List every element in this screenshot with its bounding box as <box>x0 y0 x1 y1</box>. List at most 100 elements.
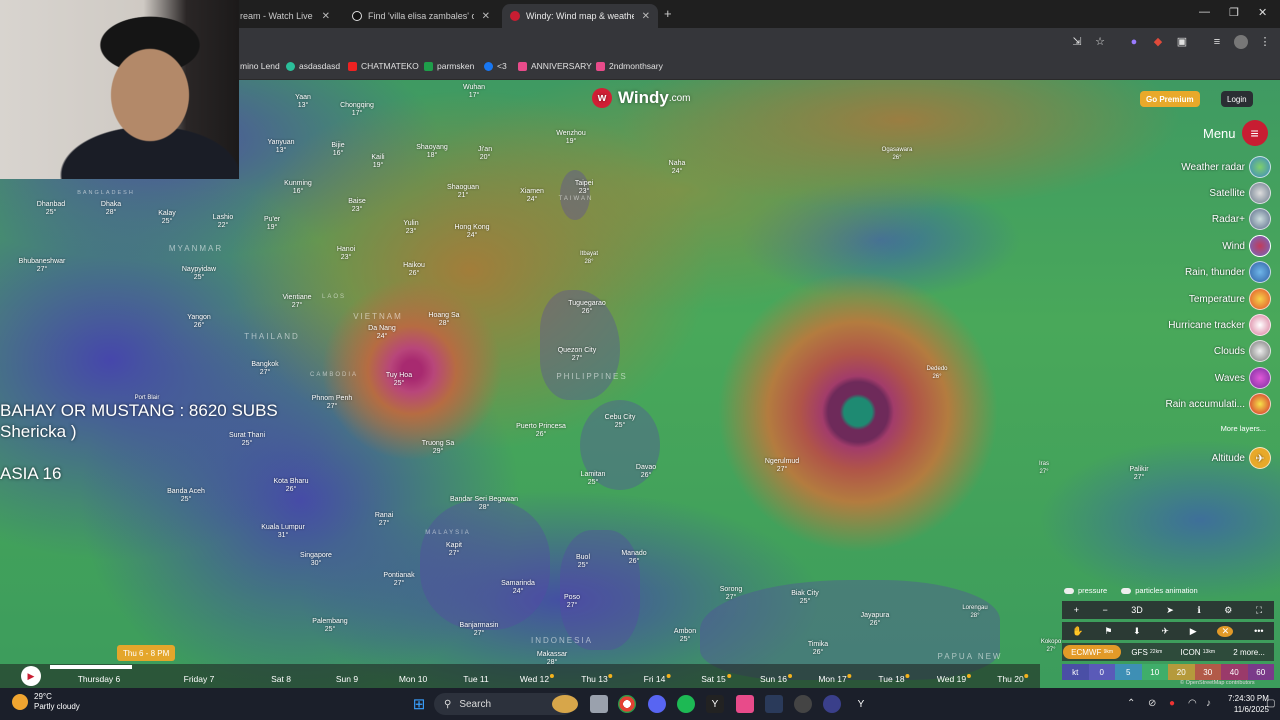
task-view-icon[interactable] <box>590 695 608 713</box>
timeline-day[interactable]: Sun 9 <box>336 674 358 684</box>
steam-icon[interactable] <box>765 695 783 713</box>
pressure-toggle[interactable]: pressure <box>1064 586 1107 595</box>
flag-icon[interactable]: ⚑ <box>1104 626 1112 637</box>
timeline-day[interactable]: Wed 19 <box>937 674 972 684</box>
search-highlight-icon[interactable] <box>552 695 578 713</box>
timeline-day[interactable]: Tue 11 <box>463 674 489 684</box>
tab-stream[interactable]: ream - Watch Live on ✕ <box>232 4 338 28</box>
locate-icon[interactable]: ➤ <box>1166 605 1174 616</box>
layer-waves[interactable]: Waves <box>1215 367 1271 389</box>
timeline-day[interactable]: Mon 17 <box>818 674 852 684</box>
layer-temperature[interactable]: Temperature <box>1189 288 1271 310</box>
discord-icon[interactable] <box>648 695 666 713</box>
timeline-day[interactable]: Thursday 6 <box>78 674 121 684</box>
timeline-day[interactable]: Wed 12 <box>520 674 555 684</box>
wifi-icon[interactable]: ◠ <box>1188 698 1197 709</box>
settings-icon[interactable]: ⚙ <box>1224 605 1232 616</box>
info-icon[interactable]: ℹ <box>1197 605 1200 616</box>
model-gfs[interactable]: GFS 22km <box>1123 645 1170 659</box>
more-icon[interactable]: ••• <box>1254 626 1263 636</box>
map-attribution[interactable]: © OpenStreetMap contributors <box>1180 680 1255 686</box>
timeline-day[interactable]: Mon 10 <box>399 674 427 684</box>
bookmark-item[interactable]: CHATMATEKO <box>348 61 419 71</box>
bookmark-item[interactable]: parmsken <box>424 61 474 71</box>
profile-avatar-icon[interactable] <box>1234 35 1248 49</box>
app-icon[interactable] <box>823 695 841 713</box>
extension-icon[interactable]: ● <box>1127 35 1141 49</box>
play-icon[interactable]: ▶ <box>21 666 41 686</box>
bookmark-item[interactable]: mino Lend <box>240 61 280 71</box>
model-resolution: 9km <box>1103 649 1114 655</box>
forecast-timeline[interactable]: ▶ Thursday 6 Friday 7 Sat 8 Sun 9 Mon 10… <box>0 664 1040 688</box>
windows-start-icon[interactable]: ⊞ <box>410 695 428 713</box>
volume-icon[interactable]: ♪ <box>1206 698 1211 709</box>
close-icon[interactable]: ✕ <box>1217 625 1234 637</box>
extensions-puzzle-icon[interactable]: ▣ <box>1175 35 1189 49</box>
windy-logo[interactable]: w Windy .com <box>592 88 691 108</box>
more-menu-icon[interactable]: ⋮ <box>1258 35 1272 49</box>
notifications-icon[interactable]: ▢ <box>1266 698 1275 709</box>
layer-radar-plus[interactable]: Radar+ <box>1212 208 1271 230</box>
menu-button[interactable]: Menu ≡ <box>1203 120 1268 146</box>
restore-icon[interactable]: ❐ <box>1229 6 1239 19</box>
3d-button[interactable]: 3D <box>1131 605 1143 615</box>
login-button[interactable]: Login <box>1221 91 1253 107</box>
particles-toggle[interactable]: particles animation <box>1121 586 1198 595</box>
layer-weather-radar[interactable]: Weather radar <box>1181 156 1271 178</box>
layer-wind[interactable]: Wind <box>1222 235 1271 257</box>
timeline-day[interactable]: Sat 8 <box>271 674 291 684</box>
timeline-day[interactable]: Thu 20 <box>997 674 1029 684</box>
fullscreen-icon[interactable]: ⛶ <box>1256 605 1262 616</box>
go-premium-button[interactable]: Go Premium <box>1140 91 1200 107</box>
weather-widget[interactable]: 29°C Partly cloudy <box>12 692 80 712</box>
app-icon[interactable] <box>794 695 812 713</box>
layer-rain-accumulation[interactable]: Rain accumulati... <box>1166 393 1271 415</box>
close-icon[interactable]: ✕ <box>482 11 490 22</box>
layer-rain-thunder[interactable]: Rain, thunder <box>1185 261 1271 283</box>
mic-icon[interactable]: ● <box>1169 698 1175 709</box>
close-icon[interactable]: ✕ <box>322 11 330 22</box>
plane-icon[interactable]: ✈ <box>1161 626 1169 637</box>
more-models[interactable]: 2 more... <box>1225 645 1273 659</box>
reading-list-icon[interactable]: ≡ <box>1210 35 1224 49</box>
model-icon[interactable]: ICON 13km <box>1173 645 1223 659</box>
timeline-day[interactable]: Tue 18 <box>878 674 910 684</box>
extension-icon[interactable]: ◆ <box>1151 35 1165 49</box>
timeline-day[interactable]: Friday 7 <box>184 674 215 684</box>
model-ecmwf[interactable]: ECMWF 9km <box>1063 645 1122 659</box>
chrome-icon[interactable] <box>618 695 636 713</box>
more-layers-link[interactable]: More layers... <box>1221 424 1266 433</box>
spotify-icon[interactable] <box>677 695 695 713</box>
layer-hurricane-tracker[interactable]: Hurricane tracker <box>1168 314 1271 336</box>
altitude-button[interactable]: Altitude ✈ <box>1212 447 1271 469</box>
layer-clouds[interactable]: Clouds <box>1214 340 1271 362</box>
bookmark-item[interactable]: <3 <box>484 61 507 71</box>
timeline-day[interactable]: Fri 14 <box>644 674 671 684</box>
camera-icon[interactable]: ▶ <box>1190 626 1197 637</box>
install-app-icon[interactable]: ⇲ <box>1070 35 1084 49</box>
taskbar-clock[interactable]: 7:24:30 PM 11/6/2025 <box>1228 693 1269 715</box>
active-app-icon[interactable] <box>736 695 754 713</box>
minimize-icon[interactable]: — <box>1199 6 1210 18</box>
layer-satellite[interactable]: Satellite <box>1209 182 1271 204</box>
timeline-day[interactable]: Sun 16 <box>760 674 792 684</box>
close-window-icon[interactable]: ✕ <box>1258 6 1267 19</box>
tab-tiktok[interactable]: Find 'villa elisa zambales' on Tik ✕ <box>344 4 498 28</box>
tab-windy[interactable]: Windy: Wind map & weather fo ✕ <box>502 4 658 28</box>
timeline-day[interactable]: Thu 13 <box>581 674 613 684</box>
close-icon[interactable]: ✕ <box>642 11 650 22</box>
app-icon[interactable]: Y <box>706 695 724 713</box>
network-off-icon[interactable]: ⊘ <box>1148 698 1156 709</box>
pin-icon[interactable]: ⬇ <box>1133 626 1141 637</box>
bookmark-item[interactable]: ANNIVERSARY <box>518 61 592 71</box>
new-tab-icon[interactable]: + <box>664 6 672 21</box>
zoom-in-button[interactable]: + <box>1074 605 1079 615</box>
timeline-day[interactable]: Sat 15 <box>701 674 731 684</box>
bookmark-item[interactable]: asdasdasd <box>286 61 340 71</box>
app-icon[interactable]: Y <box>852 695 870 713</box>
zoom-out-button[interactable]: − <box>1103 605 1108 615</box>
tray-chevron-icon[interactable]: ⌃ <box>1127 698 1135 709</box>
hand-icon[interactable]: ✋ <box>1072 626 1083 637</box>
bookmark-star-icon[interactable]: ☆ <box>1093 35 1107 49</box>
bookmark-item[interactable]: 2ndmonthsary <box>596 61 663 71</box>
